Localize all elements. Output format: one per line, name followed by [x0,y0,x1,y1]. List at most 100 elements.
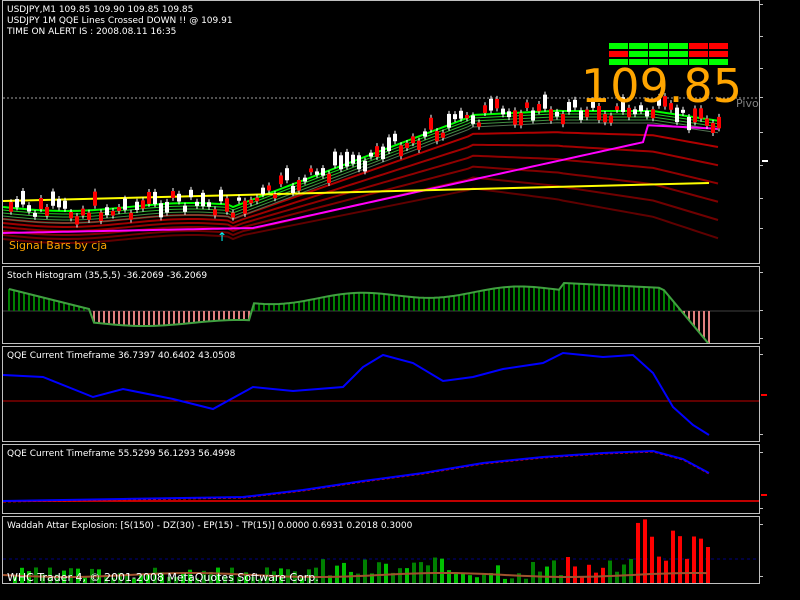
axis-tick [760,508,763,509]
candle-body [237,197,241,201]
waddah-bar [349,571,353,583]
qqe-current-pane[interactable]: QQE Current Timeframe 36.7397 40.6402 43… [2,346,760,442]
waddah-bar [608,560,612,583]
waddah-bar [398,568,402,583]
candle-body [339,155,343,170]
waddah-bar [622,564,626,583]
candle-body [321,168,325,176]
axis-tick [760,97,763,98]
candle-body [135,201,139,210]
signal-bars-label: Signal Bars by cja [9,239,108,252]
indicator-cell [669,51,688,57]
candle-body [165,201,169,213]
candle-body [567,102,571,112]
candle-body [711,122,715,133]
waddah-bar [678,536,682,583]
candle-body [447,113,451,128]
qqe-current-canvas [3,351,759,436]
waddah-bar [321,559,325,583]
candle-body [69,212,73,219]
candle-body [171,191,175,198]
axis-tick [760,524,763,525]
candle-body [369,152,373,157]
axis-tick [760,338,763,339]
candle-body [33,212,37,217]
candle-body [9,202,13,212]
price-axis [760,0,800,264]
waddah-bar [363,559,367,583]
candle-body [531,110,535,121]
candle-body [417,140,421,150]
waddah-bar [615,571,619,583]
candle-body [573,99,577,108]
candle-body [195,201,199,206]
waddah-explosion-pane[interactable]: Waddah Attar Explosion: [S(150) - DZ(30)… [2,516,760,584]
candle-body [243,200,247,214]
candle-body [285,168,289,181]
candle-body [513,110,517,125]
candle-body [603,113,607,123]
candle-body [423,131,427,137]
qqe-second-pane[interactable]: QQE Current Timeframe 55.5299 56.1293 56… [2,444,760,514]
candle-body [345,151,349,167]
candle-body [153,191,157,205]
candle-body [57,199,61,208]
waddah-axis [760,516,800,584]
waddah-bar [566,557,570,583]
candle-body [435,131,439,142]
indicator-cell [709,43,728,49]
candle-body [213,209,217,216]
chart-header-line3: TIME ON ALERT IS : 2008.08.11 16:35 [7,27,177,37]
candle-body [249,199,253,204]
waddah-bar [384,563,388,583]
indicator-cell [689,43,708,49]
indicator-cell [689,51,708,57]
waddah-bar [545,566,549,583]
stoch-axis [760,266,800,344]
axis-tick [760,354,763,355]
candle-body [45,206,49,216]
candle-body [51,191,55,206]
waddah-bar [629,558,633,583]
axis-tick [760,434,763,435]
waddah-bar [594,572,598,583]
axis-tick [760,576,763,577]
candle-body [351,154,355,164]
candle-body [543,94,547,109]
waddah-bar [587,564,591,583]
stoch-title: Stoch Histogram (35,5,5) -36.2069 -36.20… [7,271,208,281]
candle-body [477,122,481,127]
indicator-cell [629,51,648,57]
candle-body [189,189,193,198]
candle-body [405,143,409,149]
candle-body [495,98,499,109]
candle-body [507,111,511,118]
waddah-bar [426,565,430,583]
candle-body [255,197,259,202]
candle-body [399,145,403,157]
candle-body [549,109,553,121]
waddah-title: Waddah Attar Explosion: [S(150) - DZ(30)… [7,521,413,531]
candle-body [123,198,127,210]
candle-body [63,200,67,209]
stoch-histogram-pane[interactable]: Stoch Histogram (35,5,5) -36.2069 -36.20… [2,266,760,344]
waddah-bar [503,578,507,583]
candle-body [291,185,295,193]
candle-body [459,110,463,119]
candle-body [381,146,385,160]
qqe-level-box [761,394,767,396]
copyright-text: WHC Trader 4, © 2001-2008 MetaQuotes Sof… [7,571,319,584]
chart-header-line1: USDJPY,M1 109.85 109.90 109.85 109.85 [7,5,194,15]
candle-body [147,191,151,204]
candle-body [429,117,433,130]
candle-body [393,133,397,142]
candle-body [387,137,391,151]
waddah-bar [524,578,528,583]
candle-body [117,206,121,212]
candle-body [267,185,271,191]
candle-body [471,115,475,124]
candle-body [201,192,205,207]
candle-body [555,111,559,117]
waddah-bar [671,530,675,583]
price-chart-pane[interactable]: ↑ USDJPY,M1 109.85 109.90 109.85 109.85 … [2,0,760,264]
